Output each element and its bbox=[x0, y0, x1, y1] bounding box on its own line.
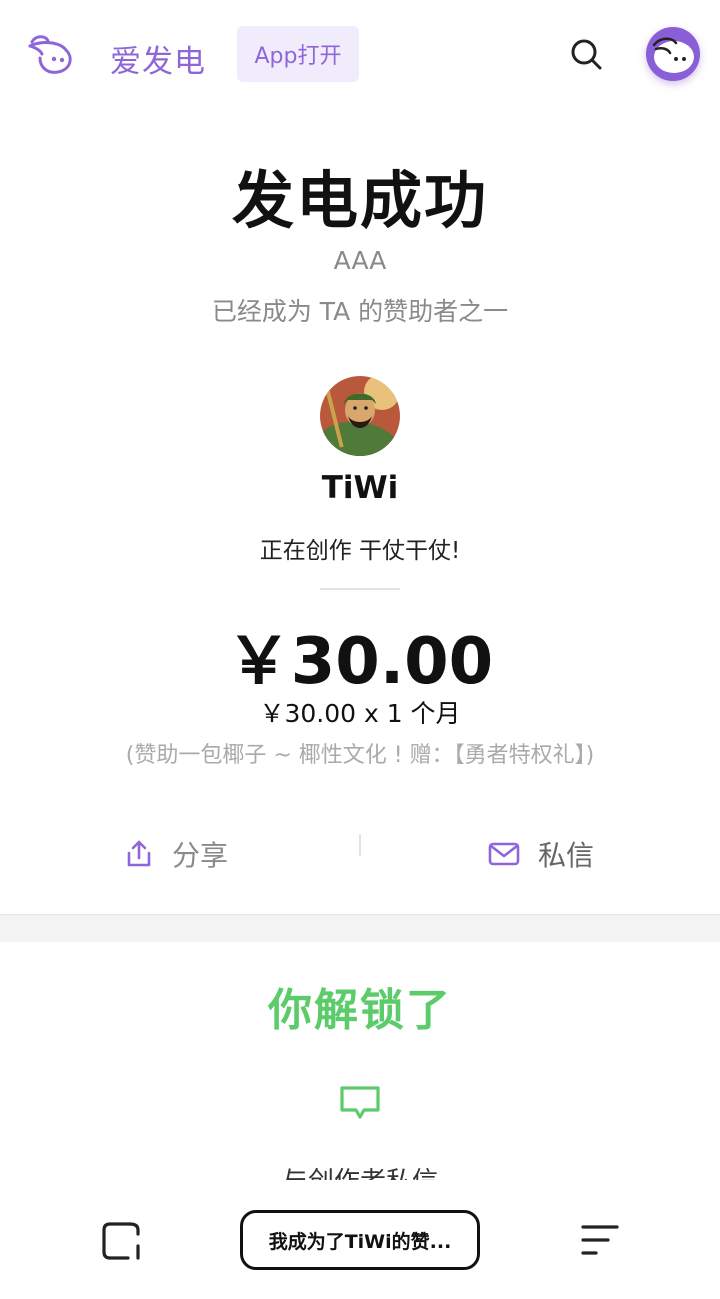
address-bar[interactable]: 我成为了TiWi的赞... bbox=[240, 1210, 480, 1270]
open-in-app-button[interactable]: App打开 bbox=[237, 26, 359, 82]
gift-note: (赞助一包椰子 ~ 椰性文化 ! 赠：【勇者特权礼】) bbox=[125, 743, 595, 768]
mail-icon bbox=[488, 842, 520, 866]
page: 爱发电 App打开 发电成功 AAA 已经成为 TA 的赞助者之一 TiWi 正… bbox=[0, 0, 720, 1299]
sponsor-name: AAA bbox=[333, 246, 387, 275]
user-avatar[interactable] bbox=[646, 27, 700, 81]
success-title: 发电成功 bbox=[231, 164, 488, 237]
share-button[interactable]: 分享 bbox=[124, 832, 228, 876]
action-separator bbox=[359, 834, 361, 856]
brand-title[interactable]: 爱发电 bbox=[110, 36, 206, 81]
share-icon bbox=[127, 840, 151, 867]
top-header: 爱发电 App打开 bbox=[0, 0, 720, 108]
section-gap bbox=[0, 914, 720, 942]
message-button[interactable]: 私信 bbox=[488, 832, 594, 876]
unlock-title: 你解锁了 bbox=[268, 985, 452, 1036]
sponsor-description: 已经成为 TA 的赞助者之一 bbox=[211, 297, 509, 326]
unlock-item-label: 与创作者私信 bbox=[0, 1164, 720, 1180]
browser-bottom-bar: 我成为了TiWi的赞... bbox=[0, 1180, 720, 1299]
search-icon[interactable] bbox=[568, 36, 604, 72]
tabs-icon[interactable] bbox=[100, 1220, 142, 1262]
share-label: 分享 bbox=[172, 839, 229, 872]
mascot-icon bbox=[652, 37, 694, 73]
creator-avatar-image bbox=[320, 376, 400, 456]
creator-avatar[interactable] bbox=[320, 376, 400, 456]
chat-bubble-icon bbox=[340, 1086, 380, 1119]
menu-icon[interactable] bbox=[580, 1222, 620, 1258]
section-divider bbox=[320, 588, 400, 590]
logo-icon[interactable] bbox=[26, 32, 78, 76]
creator-name[interactable]: TiWi bbox=[0, 470, 720, 506]
payment-detail: ￥30.00 x 1 个月 bbox=[259, 699, 461, 728]
creator-status: 正在创作 干仗干仗! bbox=[259, 538, 461, 564]
payment-amount: ￥30.00 bbox=[226, 625, 494, 699]
message-label: 私信 bbox=[538, 839, 595, 872]
